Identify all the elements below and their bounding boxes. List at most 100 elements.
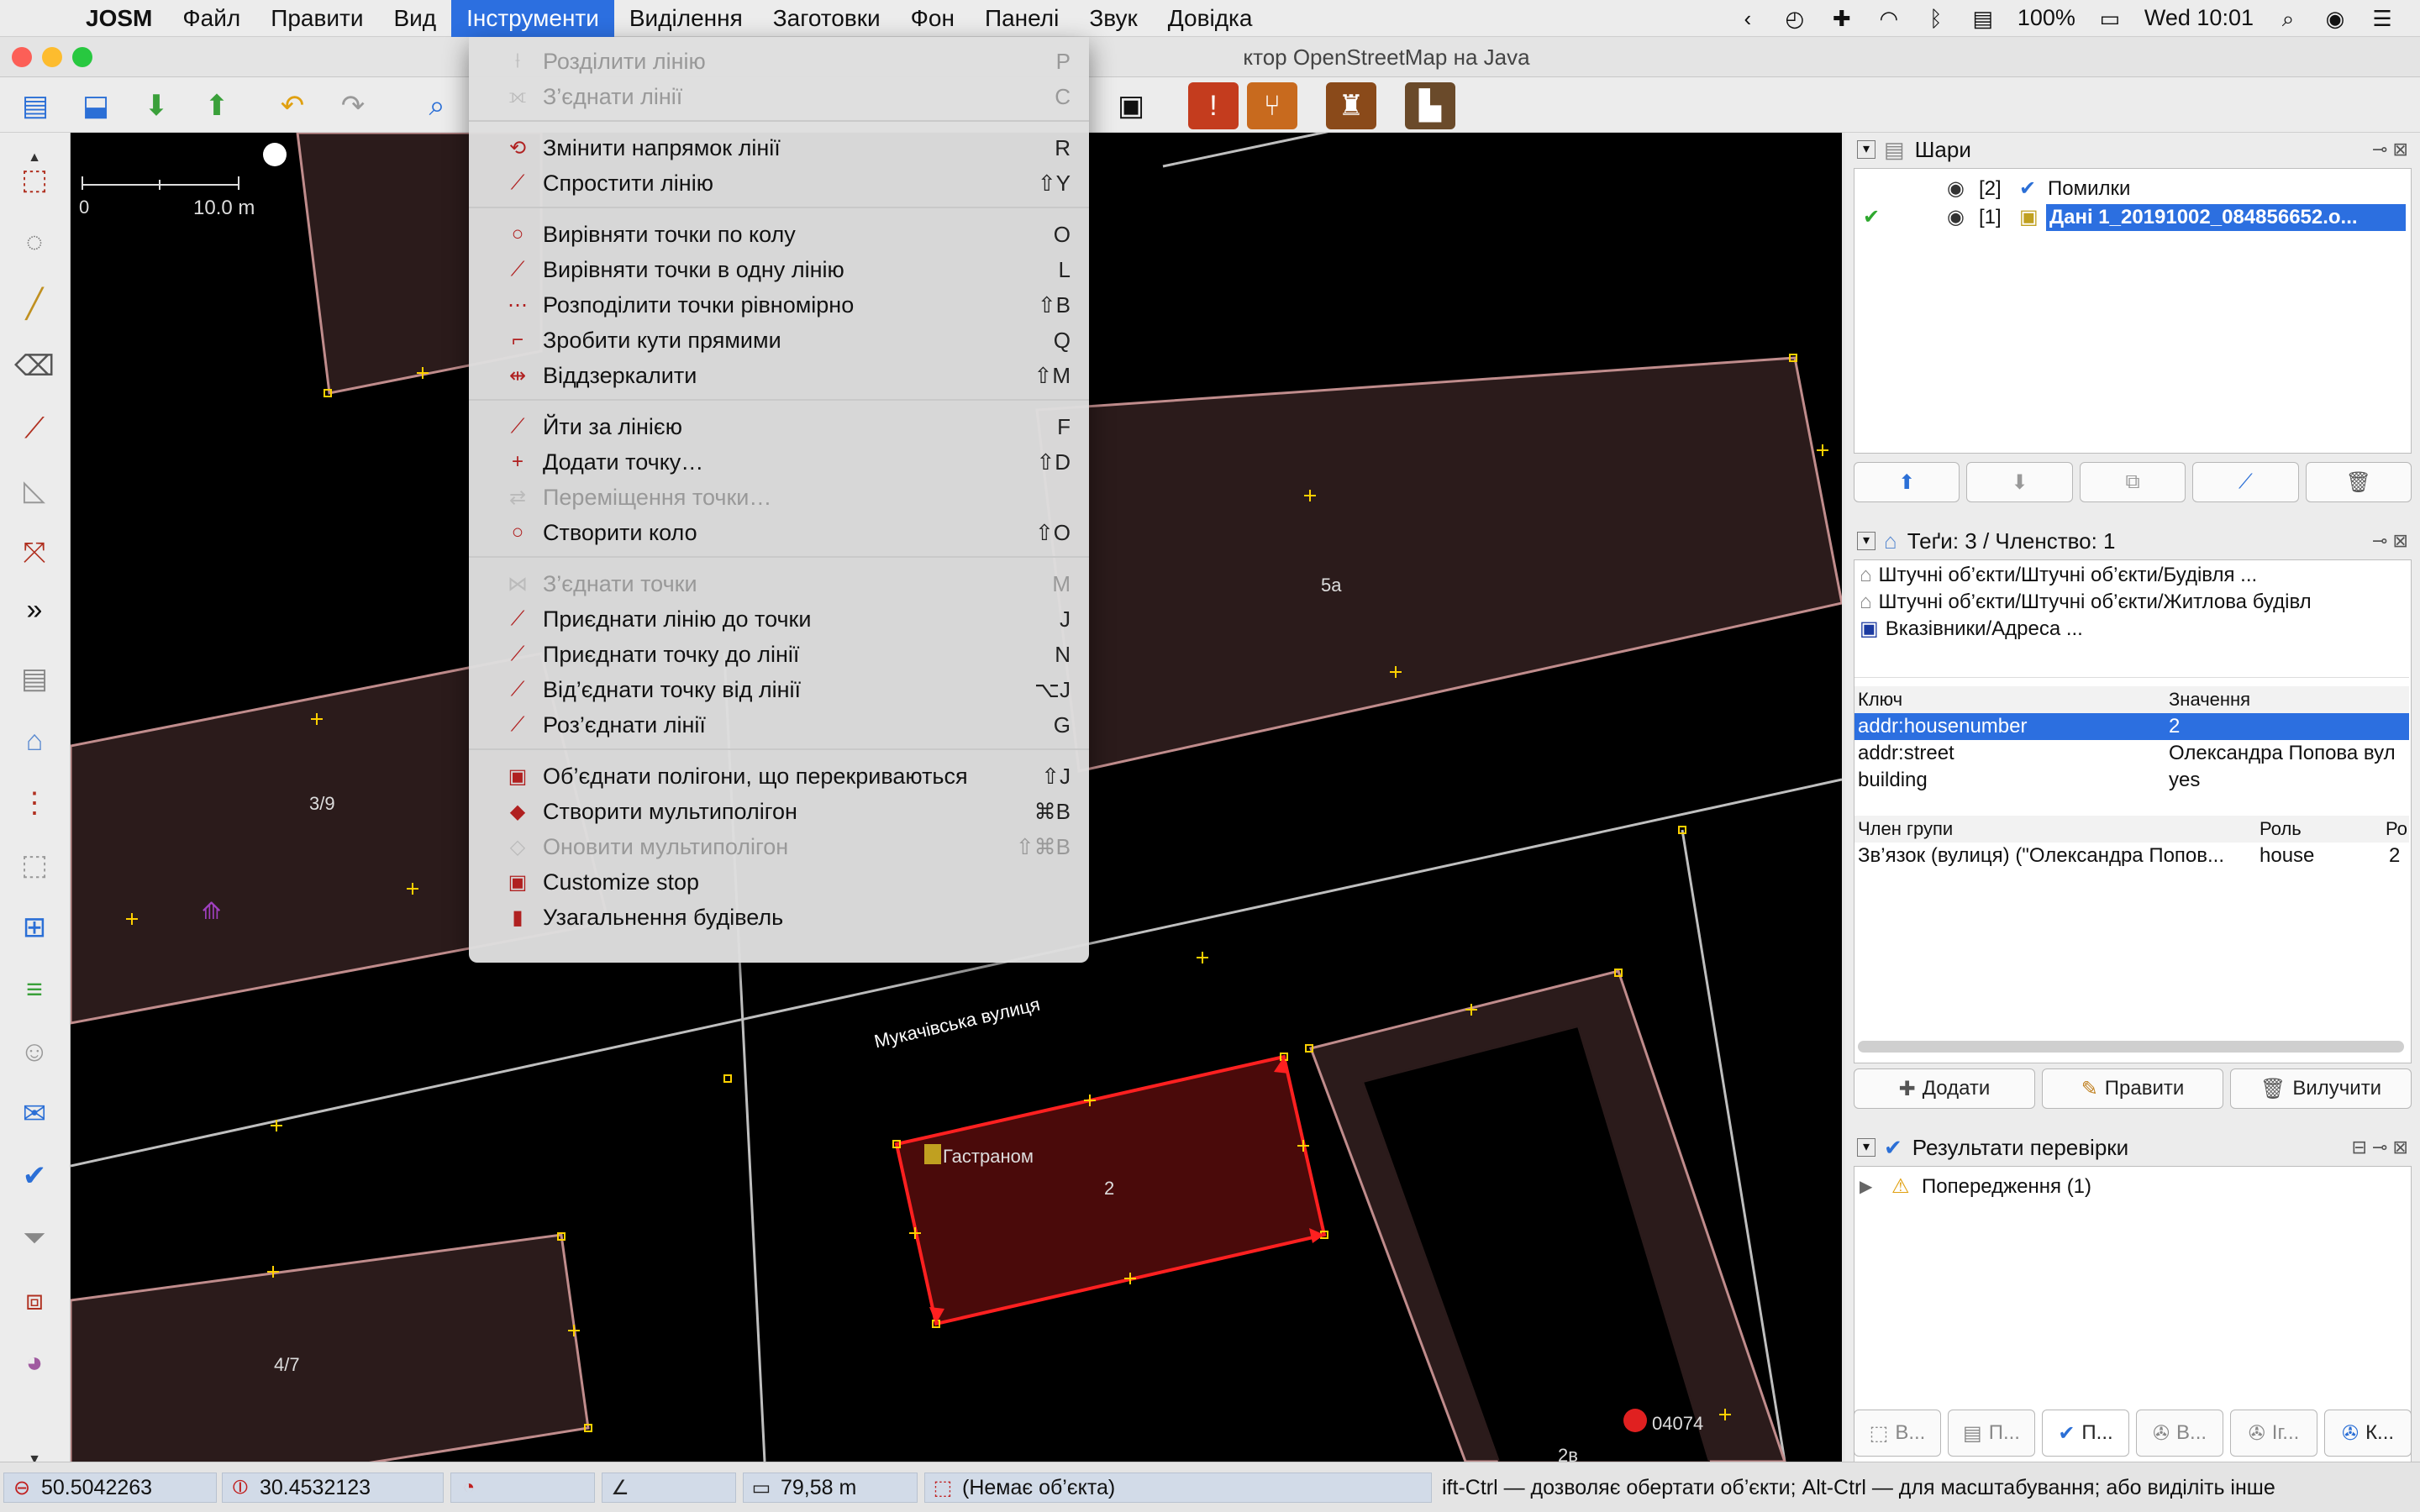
- selection-list-icon[interactable]: ≡: [10, 966, 59, 1013]
- wifi-icon[interactable]: ◠: [1876, 6, 1902, 31]
- imagery-adjust-icon[interactable]: ⊞: [10, 904, 59, 951]
- improve-way-icon[interactable]: ⟋: [10, 405, 59, 452]
- tools-menu-item[interactable]: ⟋ Приєднати точку до лінії N: [469, 637, 1089, 672]
- filter-icon[interactable]: ⏷: [10, 1215, 59, 1262]
- siri-icon[interactable]: ◉: [2323, 6, 2348, 31]
- tools-menu-item[interactable]: + Додати точку… ⇧D: [469, 444, 1089, 480]
- tools-menu-item[interactable]: ⌐ Зробити кути прямими Q: [469, 323, 1089, 358]
- restaurant-icon[interactable]: ⑂: [1247, 82, 1297, 129]
- collapse-icon[interactable]: ▾: [1857, 1138, 1876, 1157]
- validation-warnings-node[interactable]: ▶ ⚠ Попередження (1): [1854, 1173, 2409, 1200]
- tools-menu-item[interactable]: ⇹ Віддзеркалити ⇧M: [469, 358, 1089, 393]
- menu-help[interactable]: Довідка: [1153, 0, 1268, 37]
- horizontal-scrollbar[interactable]: [1858, 1041, 2404, 1053]
- bus-icon[interactable]: ▣: [1106, 82, 1156, 129]
- time-machine-icon[interactable]: ◴: [1782, 6, 1807, 31]
- tools-menu-item[interactable]: ⟋ Вирівняти точки в одну лінію L: [469, 252, 1089, 287]
- merge-layer-icon[interactable]: ⧉: [2079, 462, 2186, 502]
- layer-list-icon[interactable]: ▤: [10, 655, 59, 702]
- tools-menu-item[interactable]: ○ Вирівняти точки по колу O: [469, 217, 1089, 252]
- layers-panel-header[interactable]: ▾ ▤ Шари ⊸ ⊠: [1850, 133, 2415, 166]
- tags-panel-header[interactable]: ▾ ⌂ Теґи: 3 / Членство: 1 ⊸ ⊠: [1850, 524, 2415, 558]
- menu-tools[interactable]: Інструменти: [451, 0, 614, 37]
- menu-windows[interactable]: Панелі: [970, 0, 1074, 37]
- tools-menu-item[interactable]: ⟋ Приєднати лінію до точки J: [469, 601, 1089, 637]
- visibility-eye-icon[interactable]: ◉: [1947, 204, 1965, 231]
- factory-icon[interactable]: ▙: [1405, 82, 1455, 129]
- chevron-left-icon[interactable]: ‹: [1735, 6, 1760, 31]
- tools-menu-item[interactable]: ▣ Об’єднати полігони, що перекриваються ⇧J: [469, 759, 1089, 794]
- preset-link[interactable]: ▣ Вказівники/Адреса ...: [1854, 616, 2409, 643]
- move-layer-up-icon[interactable]: ⬆: [1854, 462, 1960, 502]
- panel-dock-close-icons[interactable]: ⊟ ⊸ ⊠: [2351, 1137, 2408, 1158]
- tags-icon[interactable]: ⌂: [10, 717, 59, 764]
- add-tag-button[interactable]: ✚ Додати: [1854, 1068, 2035, 1109]
- relations-icon[interactable]: ⋮: [10, 780, 59, 827]
- menu-edit[interactable]: Правити: [255, 0, 378, 37]
- tab-ignore[interactable]: ✇ Іг...: [2230, 1410, 2317, 1457]
- visibility-eye-icon[interactable]: ◉: [1947, 176, 1965, 202]
- bluetooth-icon[interactable]: ᛒ: [1923, 6, 1949, 31]
- lasso-tool-icon[interactable]: ◌: [10, 218, 59, 265]
- open-file-icon[interactable]: ▤: [10, 82, 60, 129]
- tools-menu-item[interactable]: ◆ Створити мультиполігон ⌘B: [469, 794, 1089, 829]
- redo-icon[interactable]: ↷: [328, 82, 378, 129]
- history-icon[interactable]: ⬚: [10, 842, 59, 889]
- tools-menu-item[interactable]: ▣ Customize stop: [469, 864, 1089, 900]
- notification-center-icon[interactable]: ☰: [2370, 6, 2395, 31]
- collapse-icon[interactable]: ▾: [1857, 532, 1876, 550]
- validation-icon[interactable]: ✔: [10, 1152, 59, 1200]
- preset-link[interactable]: ⌂ Штучні об’єкти/Штучні об’єкти/Житлова б…: [1854, 589, 2409, 616]
- menu-imagery[interactable]: Фон: [896, 0, 970, 37]
- collapse-icon[interactable]: ▾: [1857, 140, 1876, 159]
- castle-icon[interactable]: ♜: [1326, 82, 1376, 129]
- preset-link[interactable]: ⌂ Штучні об’єкти/Штучні об’єкти/Будівля .…: [1854, 562, 2409, 589]
- menu-audio[interactable]: Звук: [1074, 0, 1152, 37]
- tab-validate[interactable]: ✔ П...: [2042, 1410, 2129, 1457]
- download-icon[interactable]: ⬇: [131, 82, 182, 129]
- panel-dock-close-icons[interactable]: ⊸ ⊠: [2372, 139, 2408, 160]
- menu-app[interactable]: JOSM: [71, 0, 167, 37]
- delete-tag-button[interactable]: 🗑 Вилучити: [2230, 1068, 2412, 1109]
- notes-icon[interactable]: ✉: [10, 1090, 59, 1137]
- draw-tool-icon[interactable]: ╱: [10, 281, 59, 328]
- warning-icon[interactable]: !: [1188, 82, 1239, 129]
- delete-tool-icon[interactable]: ⌫: [10, 343, 59, 390]
- search-icon[interactable]: ⌕: [2275, 6, 2301, 31]
- tools-menu-item[interactable]: ⟋ Йти за лінією F: [469, 409, 1089, 444]
- edit-tag-button[interactable]: ✎ Правити: [2042, 1068, 2223, 1109]
- tools-menu-item[interactable]: ⟲ Змінити напрямок лінії R: [469, 130, 1089, 165]
- delete-layer-icon[interactable]: 🗑: [2305, 462, 2412, 502]
- menu-selection[interactable]: Виділення: [614, 0, 758, 37]
- expand-triangle-icon[interactable]: ▶: [1860, 1173, 1872, 1200]
- user-list-icon[interactable]: ☺: [10, 1028, 59, 1075]
- move-layer-down-icon[interactable]: ⬇: [1966, 462, 2073, 502]
- menu-view[interactable]: Вид: [378, 0, 451, 37]
- save-icon[interactable]: ⬓: [71, 82, 121, 129]
- layer-row-errors[interactable]: ◉ [2] ✔ Помилки: [1854, 176, 2409, 202]
- clock[interactable]: Wed 10:01: [2144, 5, 2254, 31]
- menu-file[interactable]: Файл: [167, 0, 255, 37]
- tools-menu-item[interactable]: ▮ Узагальнення будівель: [469, 900, 1089, 935]
- toggle-visibility-icon[interactable]: ⟋: [2192, 462, 2299, 502]
- more-tools-icon[interactable]: »: [10, 586, 59, 633]
- extrude-tool-icon[interactable]: ⤧: [10, 529, 59, 576]
- undo-icon[interactable]: ↶: [267, 82, 318, 129]
- validation-panel-header[interactable]: ▾ ✔ Результати перевірки ⊟ ⊸ ⊠: [1850, 1131, 2415, 1164]
- membership-row[interactable]: Зв’язок (вулиця) ("Олександра Попов... h…: [1854, 843, 2409, 869]
- tab-fix[interactable]: ✇ В...: [2136, 1410, 2223, 1457]
- tab-config[interactable]: ✇ К...: [2324, 1410, 2412, 1457]
- tag-row[interactable]: building yes: [1854, 767, 2409, 794]
- tools-menu-item[interactable]: ⟋ Спростити лінію ⇧Y: [469, 165, 1089, 201]
- select-tool-icon[interactable]: ⬚: [10, 156, 59, 203]
- tools-menu-item[interactable]: ⟋ Від’єднати точку від лінії ⌥J: [469, 672, 1089, 707]
- tools-menu-item[interactable]: ○ Створити коло ⇧O: [469, 515, 1089, 550]
- panel-dock-close-icons[interactable]: ⊸ ⊠: [2372, 530, 2408, 552]
- tools-menu-item[interactable]: ⋯ Розподілити точки рівномірно ⇧B: [469, 287, 1089, 323]
- menu-presets[interactable]: Заготовки: [758, 0, 896, 37]
- plus-cross-icon[interactable]: ✚: [1829, 6, 1854, 31]
- battery-icon[interactable]: ▭: [2097, 6, 2123, 31]
- toolbox-icon[interactable]: ⧈: [10, 1277, 59, 1324]
- zoom-preferences-icon[interactable]: ⌕: [412, 82, 462, 129]
- tab-lookup[interactable]: ▤ П...: [1948, 1410, 2035, 1457]
